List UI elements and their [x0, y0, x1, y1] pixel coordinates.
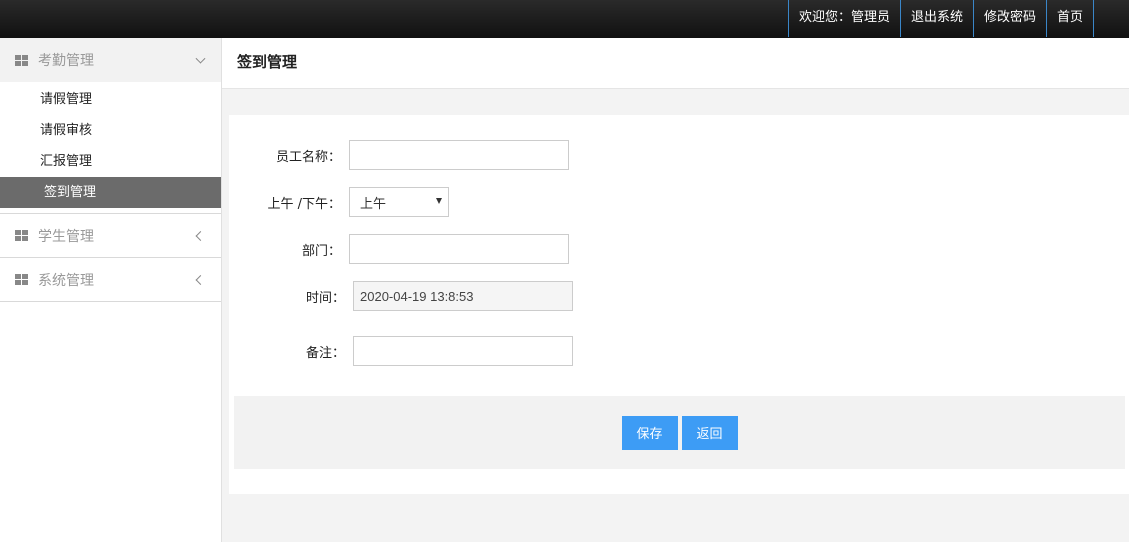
sidebar-item-leave-management[interactable]: 请假管理: [0, 84, 221, 115]
sidebar-item-report-management[interactable]: 汇报管理: [0, 146, 221, 177]
employee-name-row: 员工名称：: [229, 140, 569, 170]
employee-name-label: 员工名称：: [275, 149, 341, 165]
employee-name-input[interactable]: [349, 140, 569, 170]
time-row: 时间：: [233, 281, 573, 311]
attendance-submenu: 请假管理 请假审核 汇报管理 签到管理: [0, 82, 221, 214]
department-label: 部门：: [301, 243, 341, 259]
grid-icon: [15, 230, 28, 241]
chevron-left-icon: [195, 230, 206, 241]
sidebar-group-label: 考勤管理: [38, 53, 94, 69]
grid-icon: [15, 274, 28, 285]
period-row: 上午 /下午： 上午: [229, 187, 449, 217]
sidebar: 考勤管理 请假管理 请假审核 汇报管理 签到管理 学生管理 系统管理: [0, 38, 222, 542]
time-label: 时间：: [305, 290, 345, 306]
period-select[interactable]: 上午: [349, 187, 449, 217]
remark-input[interactable]: [353, 336, 573, 366]
save-button[interactable]: 保存: [621, 415, 678, 450]
main-content: 签到管理 员工名称： 上午 /下午： 上午 部门： 时间： 备注： 保存: [222, 38, 1129, 542]
sidebar-group-label: 系统管理: [38, 272, 94, 289]
chevron-down-icon: [195, 53, 206, 64]
welcome-user[interactable]: 欢迎您：管理员: [787, 0, 900, 37]
form-action-bar: 保存 返回: [234, 396, 1125, 469]
sidebar-group-students[interactable]: 学生管理: [0, 214, 221, 258]
remark-row: 备注：: [233, 336, 573, 366]
department-input[interactable]: [349, 234, 569, 264]
top-nav: 欢迎您：管理员 退出系统 修改密码 首页: [787, 0, 1094, 37]
period-selected-value: 上午: [360, 196, 387, 212]
grid-icon: [15, 54, 28, 66]
period-label: 上午 /下午：: [267, 196, 341, 212]
sidebar-group-attendance[interactable]: 考勤管理: [0, 38, 221, 82]
back-button[interactable]: 返回: [681, 415, 738, 450]
checkin-form-card: 员工名称： 上午 /下午： 上午 部门： 时间： 备注： 保存 返回: [229, 115, 1129, 494]
department-row: 部门：: [229, 234, 569, 264]
page-title: 签到管理: [222, 38, 1129, 89]
logout-link[interactable]: 退出系统: [899, 0, 973, 37]
sidebar-group-system[interactable]: 系统管理: [0, 258, 221, 302]
remark-label: 备注：: [305, 345, 345, 361]
chevron-left-icon: [195, 274, 206, 285]
top-bar: 欢迎您：管理员 退出系统 修改密码 首页: [0, 0, 1129, 38]
home-link[interactable]: 首页: [1045, 0, 1094, 37]
change-password-link[interactable]: 修改密码: [972, 0, 1046, 37]
sidebar-item-leave-review[interactable]: 请假审核: [0, 115, 221, 146]
dropdown-arrow-icon: [436, 198, 442, 204]
time-input[interactable]: [353, 281, 573, 311]
sidebar-group-label: 学生管理: [38, 228, 94, 245]
sidebar-item-checkin-management[interactable]: 签到管理: [0, 177, 221, 208]
